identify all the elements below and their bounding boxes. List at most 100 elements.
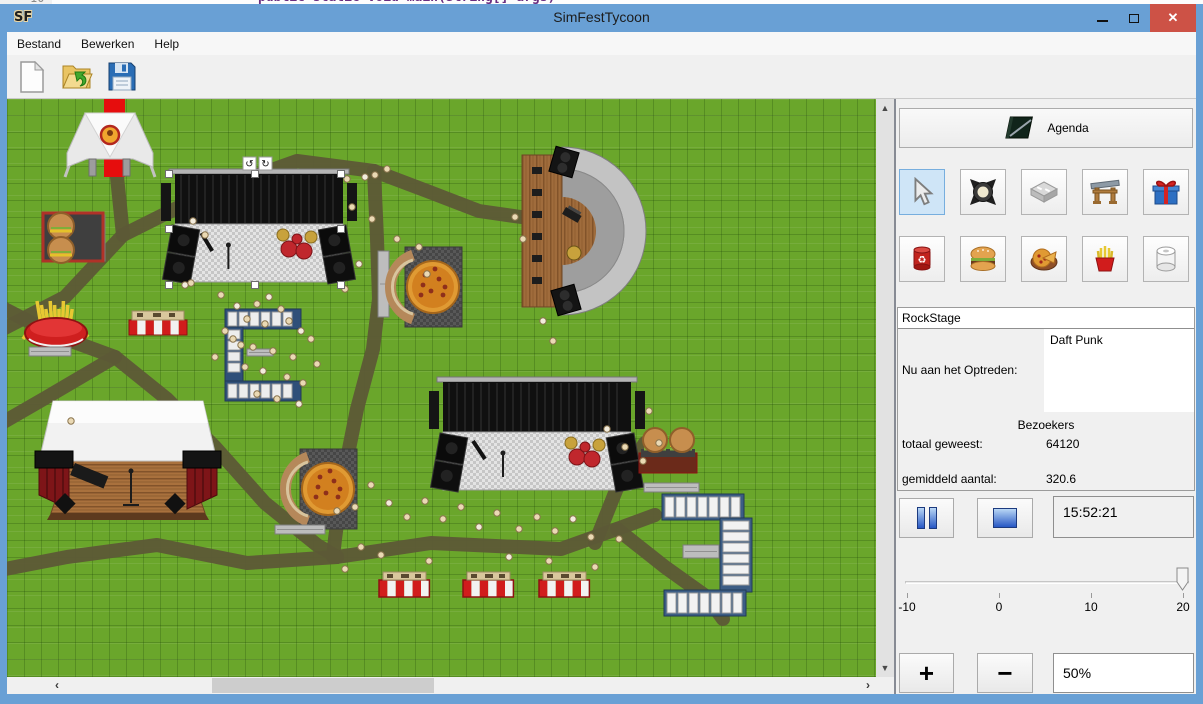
scroll-right-icon[interactable]: ›: [866, 678, 870, 692]
visitor-dot: [356, 261, 362, 267]
map-striped-barrier[interactable]: [539, 572, 589, 597]
map-horizontal-scrollbar[interactable]: ‹ ›: [7, 677, 876, 694]
toilet-roll-icon: [1150, 243, 1182, 275]
pause-button[interactable]: [899, 498, 954, 538]
visitor-dot: [68, 418, 74, 424]
scroll-up-icon[interactable]: ▲: [876, 103, 894, 113]
selection-handle[interactable]: [252, 171, 259, 178]
map-main-stage[interactable]: [429, 377, 645, 492]
open-file-button[interactable]: [60, 59, 94, 95]
speed-slider-track[interactable]: [905, 581, 1189, 584]
scroll-down-icon[interactable]: ▼: [876, 663, 894, 673]
slider-tick-label: 0: [996, 600, 1003, 614]
visitor-dot: [262, 321, 268, 327]
visitor-dot: [506, 554, 512, 560]
visitor-dot: [222, 328, 228, 334]
visitor-dot: [622, 444, 628, 450]
tool-spotlight-button[interactable]: [960, 169, 1006, 215]
selection-handle[interactable]: [338, 282, 345, 289]
visitor-dot: [512, 214, 518, 220]
visitor-dot: [604, 426, 610, 432]
selection-handle[interactable]: [166, 171, 173, 178]
selection-handle[interactable]: [338, 171, 345, 178]
visitor-dot: [368, 482, 374, 488]
map-bench[interactable]: [247, 349, 273, 356]
visitor-dot: [540, 318, 546, 324]
visitor-dot: [278, 306, 284, 312]
map-bench[interactable]: [644, 483, 699, 492]
map-striped-barrier[interactable]: [463, 572, 513, 597]
map-burger-stand[interactable]: [43, 213, 103, 263]
menu-bestand[interactable]: Bestand: [17, 37, 61, 51]
titlebar[interactable]: SF SimFestTycoon ✕: [7, 4, 1196, 32]
map-pizza-stand[interactable]: [390, 247, 462, 327]
visitor-dot: [546, 558, 552, 564]
selection-handle[interactable]: [166, 226, 173, 233]
save-icon: [108, 62, 136, 91]
zoom-level-field[interactable]: 50%: [1053, 653, 1194, 693]
tool-burger-button[interactable]: [960, 236, 1006, 282]
minimize-button[interactable]: [1086, 4, 1118, 32]
close-button[interactable]: ✕: [1150, 4, 1196, 32]
visitor-dot: [242, 364, 248, 370]
agenda-button[interactable]: Agenda: [899, 108, 1193, 148]
horizontal-scroll-thumb[interactable]: [212, 678, 434, 693]
map-striped-stand[interactable]: [129, 311, 187, 335]
visitor-dot: [616, 536, 622, 542]
tool-trashcan-button[interactable]: ♻: [899, 236, 945, 282]
speed-slider-thumb[interactable]: [1176, 567, 1189, 594]
visitor-dot: [218, 292, 224, 298]
gift-icon: [1150, 176, 1182, 208]
toolbar: [7, 55, 1196, 98]
map-dome-stage[interactable]: [522, 146, 646, 316]
map-burger-stand[interactable]: [639, 428, 697, 473]
tool-path-button[interactable]: [1021, 169, 1067, 215]
visitor-dot: [362, 174, 368, 180]
zoom-out-button[interactable]: −: [977, 653, 1033, 693]
stage-name-field[interactable]: RockStage: [898, 308, 1194, 329]
dirt-path: [117, 177, 123, 235]
visitor-dot: [290, 354, 296, 360]
zoom-in-button[interactable]: +: [899, 653, 954, 693]
festival-map-canvas[interactable]: ↺↻: [7, 99, 876, 677]
tool-fries-button[interactable]: [1082, 236, 1128, 282]
visitor-dot: [230, 336, 236, 342]
menubar: Bestand Bewerken Help: [7, 32, 1196, 55]
visitor-dot: [202, 232, 208, 238]
tool-toilet-button[interactable]: [1143, 236, 1189, 282]
selection-handle[interactable]: [166, 282, 173, 289]
visitor-dot: [476, 524, 482, 530]
map-bench[interactable]: [29, 347, 71, 356]
menu-help[interactable]: Help: [154, 37, 179, 51]
map-pizza-stand[interactable]: [285, 449, 357, 529]
map-vertical-scrollbar[interactable]: ▲ ▼: [876, 99, 894, 677]
map-main-stage[interactable]: [161, 169, 357, 284]
menu-bewerken[interactable]: Bewerken: [81, 37, 134, 51]
new-file-button[interactable]: [15, 59, 49, 95]
visitor-dot: [369, 216, 375, 222]
map-barn-stage[interactable]: [35, 401, 221, 520]
selection-handle[interactable]: [338, 226, 345, 233]
visitor-dot: [404, 514, 410, 520]
selection-handle[interactable]: [252, 282, 259, 289]
visitor-dot: [640, 458, 646, 464]
stop-button[interactable]: [977, 498, 1033, 538]
visitor-dot: [384, 166, 390, 172]
entrance-gate-icon: [1089, 176, 1121, 208]
tool-pizza-button[interactable]: [1021, 236, 1067, 282]
save-button[interactable]: [105, 59, 139, 95]
tool-select-button[interactable]: [899, 169, 945, 215]
app-window: SF SimFestTycoon ✕ Bestand Bewerken Help: [0, 4, 1203, 704]
map-bench[interactable]: [275, 525, 325, 534]
maximize-button[interactable]: [1118, 4, 1150, 32]
map-bench[interactable]: [683, 545, 719, 558]
scroll-left-icon[interactable]: ‹: [55, 678, 59, 692]
rotate-handle[interactable]: ↻: [259, 157, 272, 170]
svg-text:↺: ↺: [245, 159, 253, 170]
average-visitors-value: 320.6: [1046, 472, 1076, 486]
tool-gift-button[interactable]: [1143, 169, 1189, 215]
map-striped-barrier[interactable]: [379, 572, 429, 597]
tool-entrance-button[interactable]: [1082, 169, 1128, 215]
visitor-dot: [298, 328, 304, 334]
rotate-handle[interactable]: ↺: [243, 157, 256, 170]
